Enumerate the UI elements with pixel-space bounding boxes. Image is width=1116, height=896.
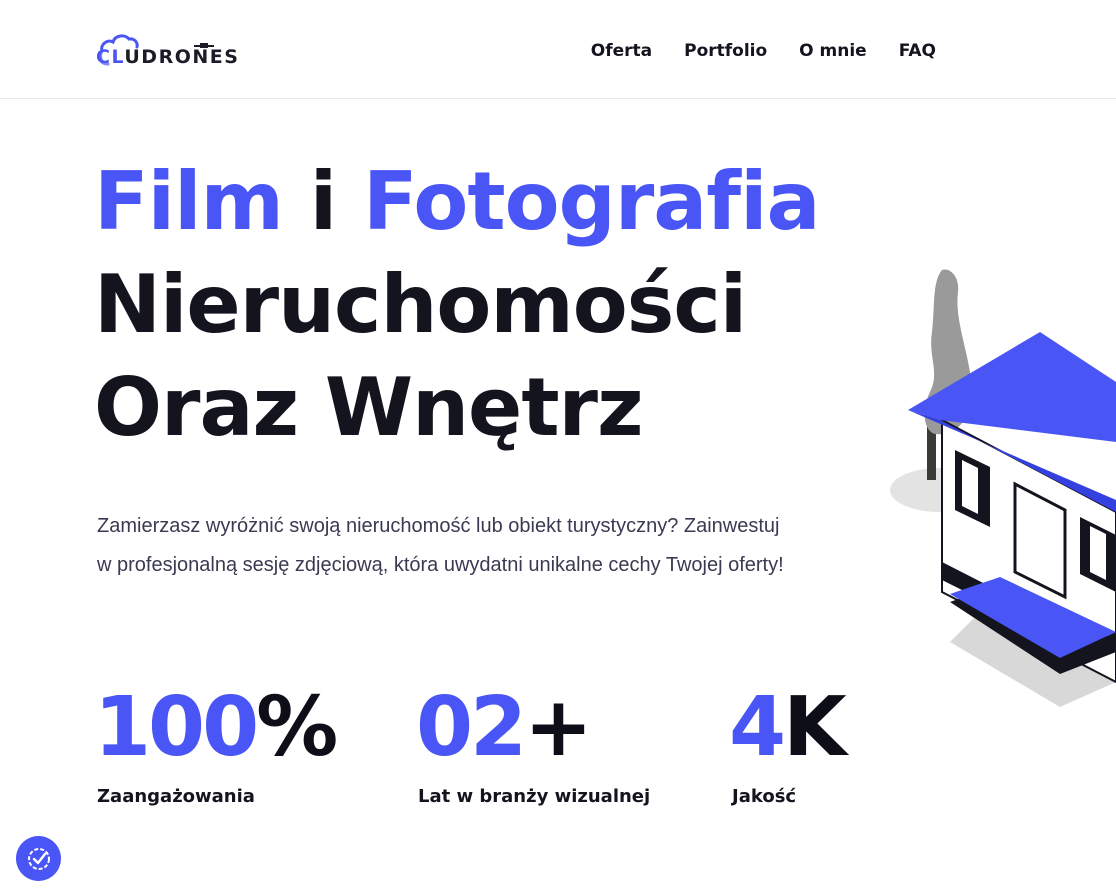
hero-title-i: i <box>282 155 363 248</box>
stat-number: 4 <box>729 680 786 775</box>
logo-text-cl: CL <box>96 46 125 68</box>
hero-description: Zamierzasz wyróżnić swoją nieruchomość l… <box>97 515 784 576</box>
stat-value: 02+ <box>416 682 650 774</box>
logo[interactable]: CLUDRONES <box>96 30 266 70</box>
stat-suffix: % <box>256 680 338 775</box>
stat-suffix: + <box>524 680 593 775</box>
stat-label: Jakość <box>732 786 797 807</box>
stat-label: Zaangażowania <box>97 786 255 807</box>
stat-value: 100% <box>94 680 338 775</box>
main-nav: Oferta Portfolio O mnie FAQ <box>591 41 936 61</box>
hero-title-fotografia: Fotografia <box>362 155 820 248</box>
badge-check-icon <box>27 847 50 870</box>
site-header: CLUDRONES Oferta Portfolio O mnie FAQ <box>0 0 1116 99</box>
logo-text: CLUDRONES <box>96 46 239 68</box>
stat-experience: 02+ Lat w branży wizualnej <box>416 682 651 808</box>
nav-item-faq[interactable]: FAQ <box>899 41 936 61</box>
hero-title-film: Film <box>94 155 284 248</box>
stat-engagement: 100% Zaangażowania <box>94 680 338 808</box>
stat-number: 02 <box>416 680 527 775</box>
hero-title-line2: Nieruchomości <box>94 258 747 351</box>
nav-item-oferta[interactable]: Oferta <box>591 41 652 61</box>
nav-item-portfolio[interactable]: Portfolio <box>684 41 767 61</box>
house-illustration <box>880 262 1116 722</box>
stat-value: 4K <box>729 680 847 775</box>
logo-text-rest: UDRONES <box>124 46 240 68</box>
stat-suffix: K <box>783 680 847 775</box>
stat-label: Lat w branży wizualnej <box>418 786 651 807</box>
hero-title: Film i Fotografia Nieruchomości Oraz Wnę… <box>94 150 820 459</box>
nav-item-o-mnie[interactable]: O mnie <box>799 41 867 61</box>
hero-title-line3: Oraz Wnętrz <box>94 361 644 454</box>
stat-number: 100 <box>94 680 259 775</box>
stat-quality: 4K Jakość <box>729 680 847 808</box>
floating-badge-button[interactable] <box>16 836 61 881</box>
